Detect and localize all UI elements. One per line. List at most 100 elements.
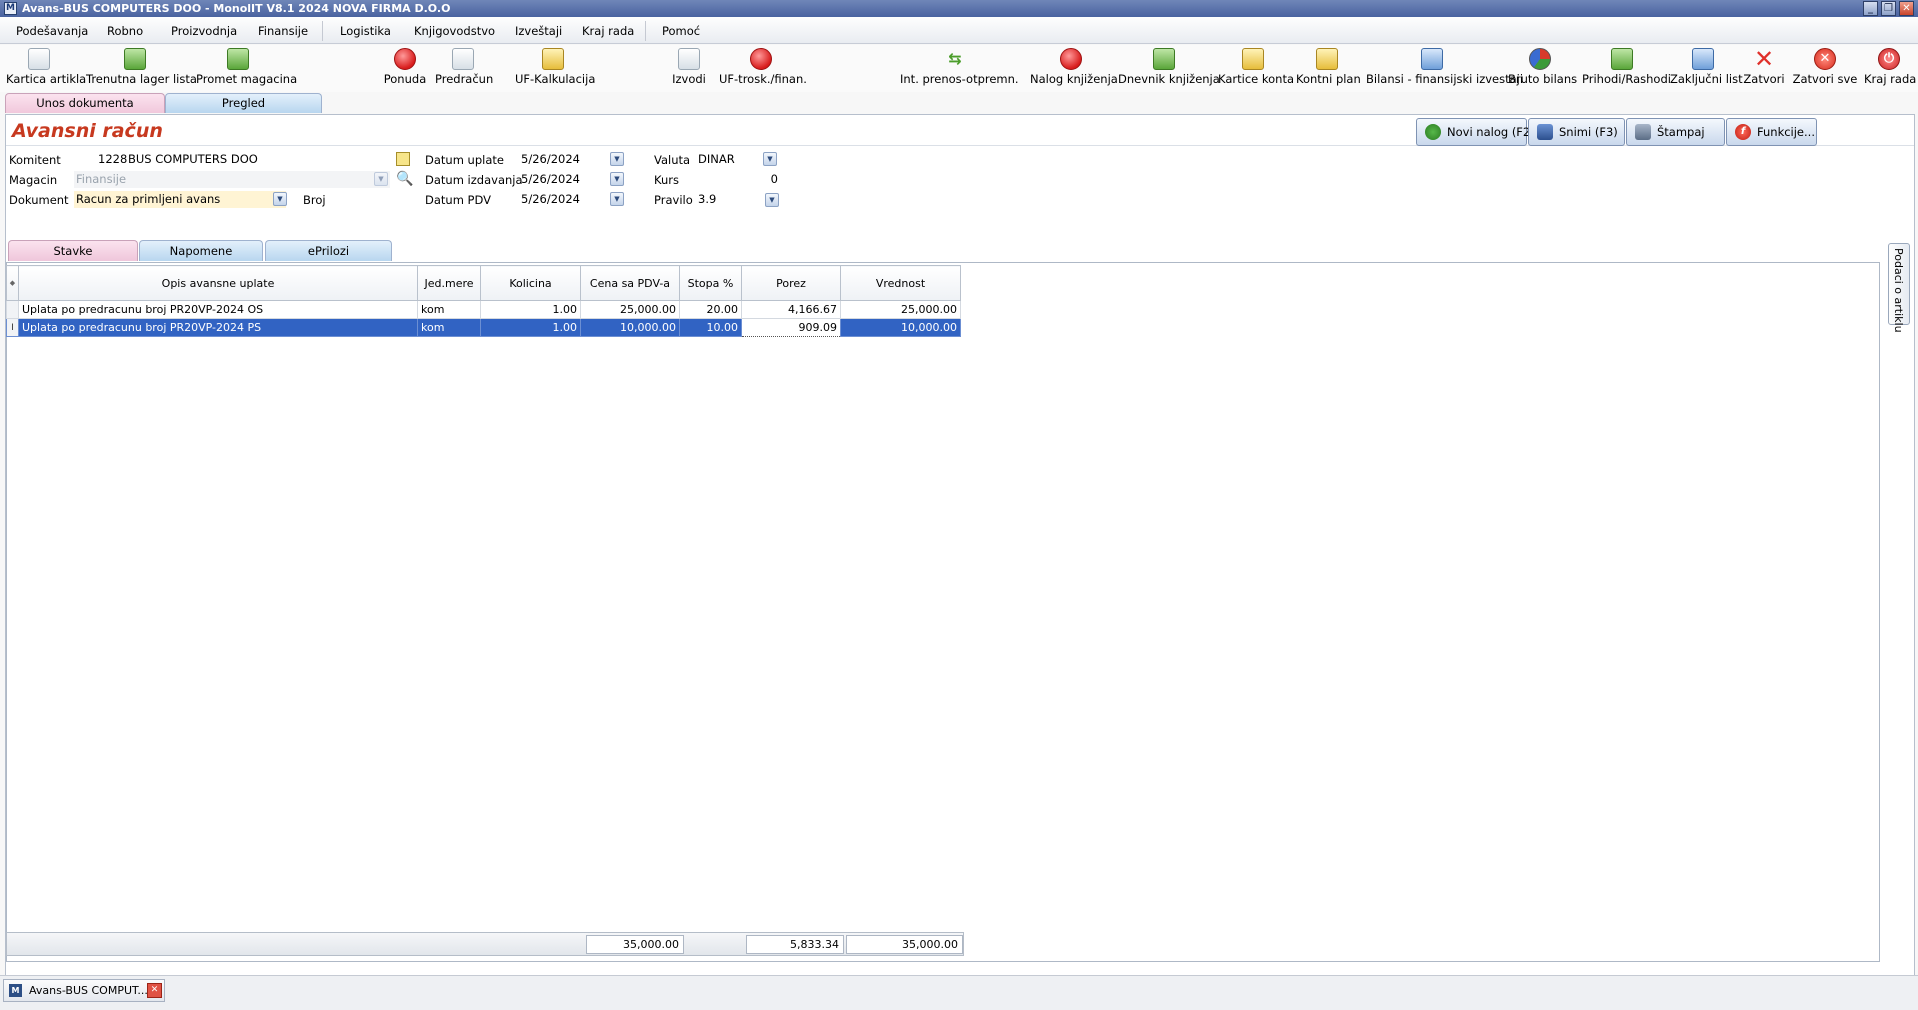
total-vrednost: 35,000.00 bbox=[846, 935, 963, 954]
col-vrednost[interactable]: Vrednost bbox=[840, 265, 961, 301]
dokument-select[interactable]: Racun za primljeni avans bbox=[74, 191, 286, 208]
kurs-field[interactable]: 0 bbox=[698, 171, 778, 188]
menu-logistika[interactable]: Logistika bbox=[340, 24, 391, 38]
cell-porez[interactable]: 909.09 bbox=[741, 318, 841, 337]
search-icon[interactable]: 🔍 bbox=[396, 172, 413, 186]
chevron-down-icon[interactable]: ▼ bbox=[763, 152, 777, 166]
cell-cena[interactable]: 25,000.00 bbox=[580, 300, 680, 319]
col-opis[interactable]: Opis avansne uplate bbox=[18, 265, 418, 301]
menu-knjigovodstvo[interactable]: Knjigovodstvo bbox=[414, 24, 495, 38]
total-cena: 35,000.00 bbox=[586, 935, 684, 954]
minimize-button[interactable]: _ bbox=[1863, 1, 1878, 16]
tb-label: Dnevnik knjiženja bbox=[1118, 72, 1220, 86]
cell-jed-mere[interactable]: kom bbox=[417, 300, 481, 319]
tb-zatvori[interactable]: ✕ Zatvori bbox=[1742, 47, 1786, 86]
taskbar-window-button[interactable]: M Avans-BUS COMPUT... ✕ bbox=[3, 979, 165, 1002]
cell-kolicina[interactable]: 1.00 bbox=[480, 300, 581, 319]
cell-vrednost[interactable]: 10,000.00 bbox=[840, 318, 961, 337]
cell-jed-mere[interactable]: kom bbox=[417, 318, 481, 337]
tb-predracun[interactable]: Predračun bbox=[435, 48, 493, 86]
cell-cena[interactable]: 10,000.00 bbox=[580, 318, 680, 337]
print-button[interactable]: Štampaj bbox=[1626, 118, 1725, 146]
cell-porez[interactable]: 4,166.67 bbox=[741, 300, 841, 319]
cell-opis[interactable]: Uplata po predracunu broj PR20VP-2024 PS bbox=[18, 318, 418, 337]
tb-bruto-bilans[interactable]: Bruto bilans bbox=[1508, 48, 1577, 86]
datum-uplate-field[interactable]: 5/26/2024 bbox=[521, 151, 580, 168]
menu-izvestaji[interactable]: Izveštaji bbox=[515, 24, 562, 38]
restore-button[interactable]: ❐ bbox=[1881, 1, 1896, 16]
menu-pomoc[interactable]: Pomoć bbox=[662, 24, 700, 38]
tab-unos-dokumenta[interactable]: Unos dokumenta bbox=[5, 93, 165, 113]
col-jed-mere[interactable]: Jed.mere bbox=[417, 265, 481, 301]
col-porez[interactable]: Porez bbox=[741, 265, 841, 301]
cell-opis[interactable]: Uplata po predracunu broj PR20VP-2024 OS bbox=[18, 300, 418, 319]
menu-proizvodnja[interactable]: Proizvodnja bbox=[171, 24, 237, 38]
row-edit-indicator[interactable]: I bbox=[6, 318, 19, 337]
tb-kontni-plan[interactable]: Kontni plan bbox=[1296, 48, 1361, 86]
tb-uf-kalkulacija[interactable]: UF-Kalkulacija bbox=[515, 48, 595, 86]
menu-finansije[interactable]: Finansije bbox=[258, 24, 308, 38]
datum-izdavanja-field[interactable]: 5/26/2024 bbox=[521, 171, 580, 188]
functions-button[interactable]: f Funkcije... bbox=[1726, 118, 1817, 146]
chevron-down-icon[interactable]: ▼ bbox=[374, 172, 388, 186]
row-indicator[interactable] bbox=[6, 300, 19, 319]
tb-trenutna-lager-lista[interactable]: Trenutna lager lista bbox=[86, 48, 197, 86]
cell-stopa[interactable]: 10.00 bbox=[679, 318, 742, 337]
chevron-down-icon[interactable]: ▼ bbox=[273, 192, 287, 206]
calendar-dropdown-icon[interactable]: ▼ bbox=[610, 152, 624, 166]
pravilo-select[interactable]: 3.9 bbox=[698, 191, 716, 208]
tb-label: Zaključni list bbox=[1670, 72, 1743, 86]
col-stopa[interactable]: Stopa % bbox=[679, 265, 742, 301]
tb-kartica-artikla[interactable]: Kartica artikla bbox=[6, 48, 86, 86]
tb-izvodi[interactable]: Izvodi bbox=[668, 48, 710, 86]
tb-promet-magacina[interactable]: Promet magacina bbox=[196, 48, 297, 86]
tb-zatvori-sve[interactable]: ✕ Zatvori sve bbox=[1792, 48, 1858, 86]
new-order-button[interactable]: Novi nalog (F2) bbox=[1416, 118, 1535, 146]
tb-kartice-konta[interactable]: Kartice konta bbox=[1218, 48, 1294, 86]
valuta-select[interactable]: DINAR bbox=[698, 151, 735, 168]
tab-pregled[interactable]: Pregled bbox=[165, 93, 322, 113]
chevron-down-icon[interactable]: ▼ bbox=[765, 193, 779, 207]
table-row[interactable]: Uplata po predracunu broj PR20VP-2024 OS… bbox=[6, 300, 961, 319]
address-book-icon[interactable] bbox=[396, 152, 410, 166]
tb-zakljucni-list[interactable]: Zaključni list bbox=[1670, 48, 1743, 86]
magacin-select[interactable]: Finansije bbox=[74, 171, 390, 188]
tb-bilansi[interactable]: Bilansi - finansijski izvestaji bbox=[1366, 48, 1523, 86]
menu-podesavanja[interactable]: Podešavanja bbox=[16, 24, 88, 38]
datum-pdv-field[interactable]: 5/26/2024 bbox=[521, 191, 580, 208]
side-tab-podaci-o-artiklu[interactable]: Podaci o artiklu bbox=[1888, 243, 1910, 333]
tab-stavke[interactable]: Stavke bbox=[8, 240, 138, 261]
window-close-button[interactable]: ✕ bbox=[1899, 1, 1914, 16]
cell-kolicina[interactable]: 1.00 bbox=[480, 318, 581, 337]
printer-icon bbox=[1635, 124, 1651, 140]
statements-icon bbox=[678, 48, 700, 70]
calendar-dropdown-icon[interactable]: ▼ bbox=[610, 192, 624, 206]
save-button[interactable]: Snimi (F3) bbox=[1528, 118, 1625, 146]
tb-kraj-rada[interactable]: ⏻ Kraj rada bbox=[1864, 48, 1916, 86]
tb-nalog-knjizenja[interactable]: Nalog knjiženja bbox=[1030, 48, 1118, 86]
items-grid-area bbox=[6, 262, 1880, 962]
menu-bar: Podešavanja Robno Proizvodnja Finansije … bbox=[0, 17, 1918, 44]
menu-kraj-rada[interactable]: Kraj rada bbox=[582, 24, 634, 38]
tab-napomene[interactable]: Napomene bbox=[139, 240, 263, 261]
calculation-icon bbox=[542, 48, 564, 70]
tb-prihodi-rashodi[interactable]: Prihodi/Rashodi bbox=[1582, 48, 1671, 86]
tb-uf-trosk[interactable]: UF-trosk./finan. bbox=[719, 48, 807, 86]
col-cena[interactable]: Cena sa PDV-a bbox=[580, 265, 680, 301]
cell-stopa[interactable]: 20.00 bbox=[679, 300, 742, 319]
row-indicator-header[interactable]: ◆ bbox=[6, 265, 19, 301]
komitent-code[interactable]: 1228 bbox=[98, 151, 127, 168]
taskbar-label: Avans-BUS COMPUT... bbox=[29, 984, 148, 997]
calendar-dropdown-icon[interactable]: ▼ bbox=[610, 172, 624, 186]
cell-vrednost[interactable]: 25,000.00 bbox=[840, 300, 961, 319]
komitent-name[interactable]: BUS COMPUTERS DOO bbox=[128, 151, 258, 168]
close-icon[interactable]: ✕ bbox=[147, 983, 162, 998]
menu-robno[interactable]: Robno bbox=[107, 24, 143, 38]
tb-dnevnik-knjizenja[interactable]: Dnevnik knjiženja bbox=[1118, 48, 1220, 86]
table-row-selected[interactable]: I Uplata po predracunu broj PR20VP-2024 … bbox=[6, 318, 961, 337]
datum-izdavanja-label: Datum izdavanja bbox=[425, 173, 523, 187]
tb-ponuda[interactable]: Ponuda bbox=[382, 48, 428, 86]
tab-eprilozi[interactable]: ePrilozi bbox=[265, 240, 392, 261]
col-kolicina[interactable]: Kolicina bbox=[480, 265, 581, 301]
tb-int-prenos[interactable]: ⇆ Int. prenos-otpremn. bbox=[900, 48, 1019, 86]
